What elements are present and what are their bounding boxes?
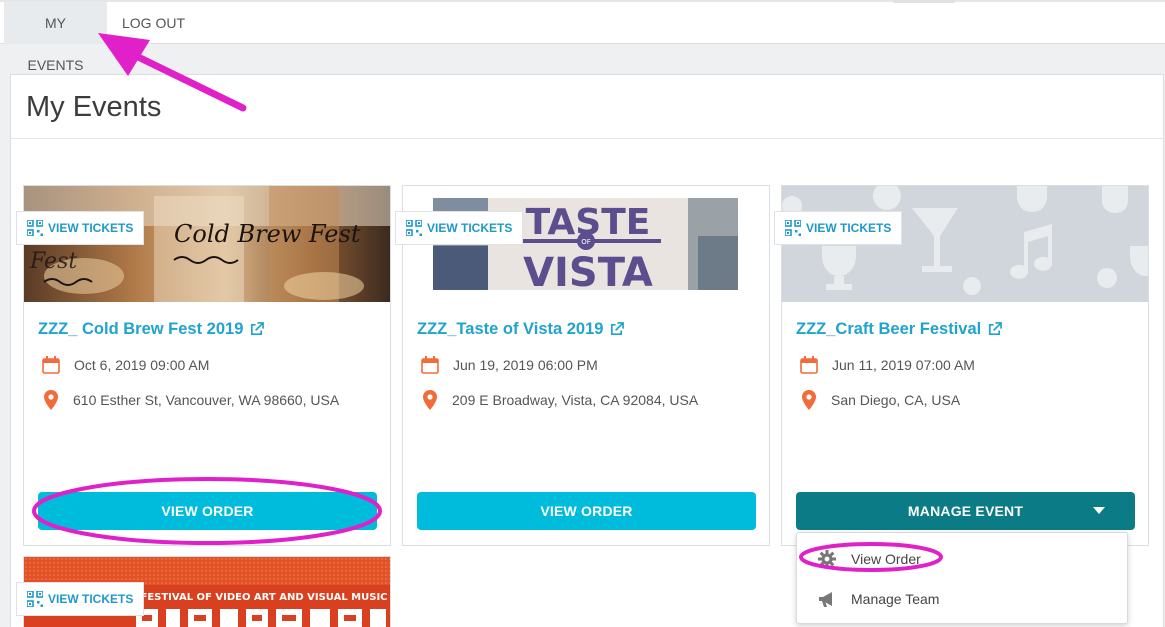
event-card-craft-beer: VIEW TICKETS ZZZ_Craft Beer Festival Jun… — [774, 185, 1149, 546]
event-location-row: 209 E Broadway, Vista, CA 92084, USA — [419, 389, 698, 411]
event-title: ZZZ_Craft Beer Festival — [796, 320, 982, 338]
view-tickets-button[interactable]: VIEW TICKETS — [16, 582, 145, 616]
event-title-link[interactable]: ZZZ_Taste of Vista 2019 — [417, 320, 625, 339]
menu-item-label: Manage Team — [851, 591, 940, 607]
banner-text-vista: VISTA — [523, 250, 653, 296]
qr-code-icon — [27, 220, 43, 236]
event-location: 209 E Broadway, Vista, CA 92084, USA — [452, 392, 699, 408]
event-date-row: Oct 6, 2019 09:00 AM — [40, 354, 209, 376]
qr-code-icon — [406, 220, 422, 236]
menu-item-label: View Order — [851, 551, 921, 567]
event-card-cold-brew: Cold Brew Fest Fest VIEW TICKETS ZZZ_ Co… — [16, 185, 391, 546]
banner-title-text: Cold Brew Fest — [174, 220, 361, 248]
banner-festival-text: FESTIVAL OF VIDEO ART AND VISUAL MUSIC — [140, 592, 387, 603]
top-nav: MY EVENTS LOG OUT — [0, 0, 1165, 73]
map-pin-icon — [44, 390, 58, 410]
manage-event-button[interactable]: MANAGE EVENT — [796, 492, 1135, 530]
external-link-icon — [989, 322, 1003, 336]
event-location-row: San Diego, CA, USA — [798, 389, 960, 411]
qr-code-icon — [27, 591, 43, 607]
view-tickets-label: VIEW TICKETS — [48, 221, 134, 235]
menu-item-view-order[interactable]: View Order — [817, 549, 921, 569]
calendar-icon — [42, 356, 60, 374]
view-tickets-button[interactable]: VIEW TICKETS — [774, 211, 903, 245]
menu-item-manage-team[interactable]: Manage Team — [817, 589, 939, 609]
chevron-down-icon — [1093, 507, 1105, 514]
event-location: 610 Esther St, Vancouver, WA 98660, USA — [73, 392, 340, 408]
manage-event-dropdown: View Order Manage Team — [796, 532, 1128, 624]
view-tickets-button[interactable]: VIEW TICKETS — [16, 211, 145, 245]
megaphone-icon — [819, 592, 832, 607]
map-pin-icon — [423, 390, 437, 410]
svg-text:Fest: Fest — [29, 249, 77, 274]
event-date: Jun 11, 2019 07:00 AM — [832, 357, 975, 373]
qr-code-icon — [785, 220, 801, 236]
tab-my-events[interactable]: MY EVENTS — [4, 2, 107, 73]
view-tickets-label: VIEW TICKETS — [48, 592, 134, 606]
event-date: Oct 6, 2019 09:00 AM — [74, 357, 210, 373]
event-location-row: 610 Esther St, Vancouver, WA 98660, USA — [40, 389, 339, 411]
nav-accent-line — [893, 0, 955, 3]
view-order-button[interactable]: VIEW ORDER — [38, 492, 377, 530]
external-link-icon — [251, 322, 265, 336]
map-pin-icon — [802, 390, 816, 410]
banner-text-of: OF — [581, 238, 591, 246]
view-tickets-label: VIEW TICKETS — [806, 221, 892, 235]
tab-log-out[interactable]: LOG OUT — [108, 2, 199, 44]
calendar-icon — [800, 356, 818, 374]
gear-icon — [818, 550, 836, 568]
event-card-taste-of-vista: TASTE OF VISTA VIEW TICKETS ZZZ_Taste of… — [395, 185, 770, 546]
panel-header: My Events — [11, 75, 1163, 139]
external-link-icon — [611, 322, 625, 336]
event-date-row: Jun 19, 2019 06:00 PM — [419, 354, 598, 376]
view-tickets-button[interactable]: VIEW TICKETS — [395, 211, 524, 245]
event-title-link[interactable]: ZZZ_ Cold Brew Fest 2019 — [38, 320, 265, 339]
event-card-video-art: FESTIVAL OF VIDEO ART AND VISUAL MUSIC V — [16, 556, 391, 627]
event-title-link[interactable]: ZZZ_Craft Beer Festival — [796, 320, 1003, 339]
page-title: My Events — [26, 91, 162, 123]
event-title: ZZZ_ Cold Brew Fest 2019 — [38, 320, 244, 338]
calendar-icon — [421, 356, 439, 374]
view-tickets-label: VIEW TICKETS — [427, 221, 513, 235]
event-location: San Diego, CA, USA — [831, 392, 961, 408]
manage-event-label: MANAGE EVENT — [907, 503, 1024, 519]
event-date: Jun 19, 2019 06:00 PM — [453, 357, 598, 373]
event-date-row: Jun 11, 2019 07:00 AM — [798, 354, 975, 376]
view-order-button[interactable]: VIEW ORDER — [417, 492, 756, 530]
event-title: ZZZ_Taste of Vista 2019 — [417, 320, 604, 338]
